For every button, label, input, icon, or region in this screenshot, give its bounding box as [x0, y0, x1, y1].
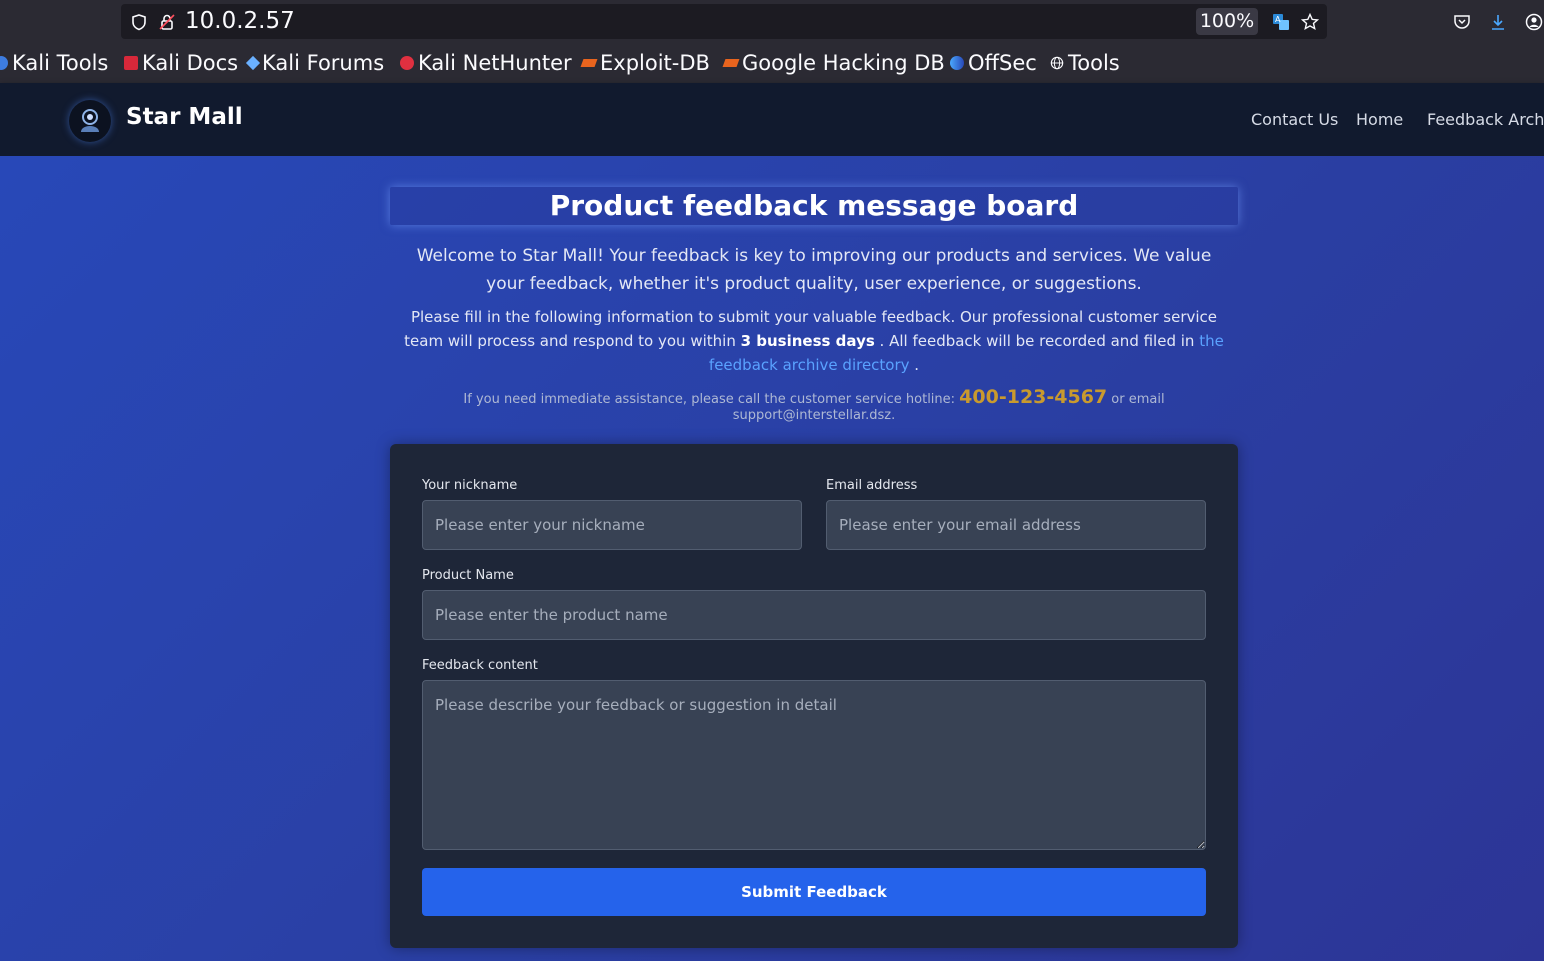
bookmark-label: Google Hacking DB — [742, 51, 945, 75]
hotline-prefix: If you need immediate assistance, please… — [463, 392, 960, 407]
main-content: Product feedback message board Welcome t… — [0, 156, 1544, 961]
product-name-input[interactable] — [422, 590, 1206, 640]
download-icon[interactable] — [1489, 13, 1507, 31]
feedback-form: Your nickname Email address Product Name… — [390, 444, 1238, 948]
translate-icon[interactable]: A — [1272, 13, 1290, 31]
account-icon[interactable] — [1525, 13, 1543, 31]
astronaut-logo-icon[interactable] — [69, 100, 111, 142]
bookmark-label: Kali Tools — [12, 51, 109, 75]
zoom-level-button[interactable]: 100% — [1196, 8, 1258, 35]
response-time: 3 business days — [740, 332, 875, 350]
bookmark-offsec[interactable]: OffSec — [950, 48, 1037, 78]
title-banner: Product feedback message board — [390, 187, 1238, 225]
bookmark-tools[interactable]: Tools — [1050, 48, 1120, 78]
bookmark-label: Exploit-DB — [600, 51, 710, 75]
nickname-label: Your nickname — [422, 478, 518, 493]
bookmark-kali-docs[interactable]: Kali Docs — [124, 48, 238, 78]
email-input[interactable] — [826, 500, 1206, 550]
feedback-content-textarea[interactable] — [422, 680, 1206, 850]
info-middle: . All feedback will be recorded and file… — [874, 332, 1200, 350]
info-suffix: . — [909, 356, 920, 374]
bookmarks-toolbar: Kali Tools Kali Docs Kali Forums Kali Ne… — [0, 44, 1544, 83]
hotline-number: 400-123-4567 — [959, 386, 1108, 408]
bookmark-kali-tools[interactable]: Kali Tools — [0, 48, 108, 78]
bookmark-kali-forums[interactable]: Kali Forums — [245, 48, 385, 78]
bookmark-label: Kali NetHunter — [418, 51, 572, 75]
url-text[interactable]: 10.0.2.57 — [185, 8, 295, 35]
hotline-text: If you need immediate assistance, please… — [395, 386, 1233, 423]
submit-feedback-button[interactable]: Submit Feedback — [422, 868, 1206, 916]
bookmark-label: Tools — [1068, 51, 1120, 75]
bookmark-exploit-db[interactable]: Exploit-DB — [580, 48, 710, 78]
intro-text: Welcome to Star Mall! Your feedback is k… — [416, 246, 1212, 294]
exploitdb-icon — [580, 59, 598, 67]
ghdb-icon — [722, 59, 740, 67]
url-bar[interactable]: 10.0.2.57 100% A — [121, 4, 1327, 39]
browser-chrome: 10.0.2.57 100% A Kali Tools Kali Docs Ka… — [0, 0, 1544, 83]
kali-icon — [0, 56, 8, 70]
page-title: Product feedback message board — [549, 189, 1079, 222]
bookmark-google-hacking-db[interactable]: Google Hacking DB — [722, 48, 945, 78]
site-navbar: Star Mall Contact Us Home Feedback Archi… — [0, 83, 1544, 156]
email-label: Email address — [826, 478, 918, 493]
nav-home[interactable]: Home — [1356, 110, 1403, 129]
content-label: Feedback content — [422, 658, 538, 673]
pocket-icon[interactable] — [1453, 13, 1471, 31]
offsec-icon — [950, 56, 964, 70]
kali-docs-icon — [124, 56, 138, 70]
bookmark-label: OffSec — [968, 51, 1037, 75]
product-label: Product Name — [422, 568, 514, 583]
bookmark-star-icon[interactable] — [1301, 13, 1319, 31]
nav-contact-us[interactable]: Contact Us — [1251, 110, 1338, 129]
brand-name[interactable]: Star Mall — [126, 104, 243, 130]
globe-icon — [1050, 56, 1064, 70]
kali-forums-icon — [245, 55, 261, 71]
nickname-input[interactable] — [422, 500, 802, 550]
bookmark-kali-nethunter[interactable]: Kali NetHunter — [400, 48, 572, 78]
bookmark-label: Kali Forums — [262, 51, 385, 75]
svg-text:A: A — [1275, 15, 1281, 24]
lock-warning-icon[interactable] — [158, 13, 176, 31]
shield-icon[interactable] — [130, 13, 148, 31]
info-text: Please fill in the following information… — [395, 305, 1233, 377]
nav-feedback-archive[interactable]: Feedback Archive — [1427, 110, 1544, 129]
bookmark-label: Kali Docs — [142, 51, 239, 75]
nethunter-icon — [400, 56, 414, 70]
